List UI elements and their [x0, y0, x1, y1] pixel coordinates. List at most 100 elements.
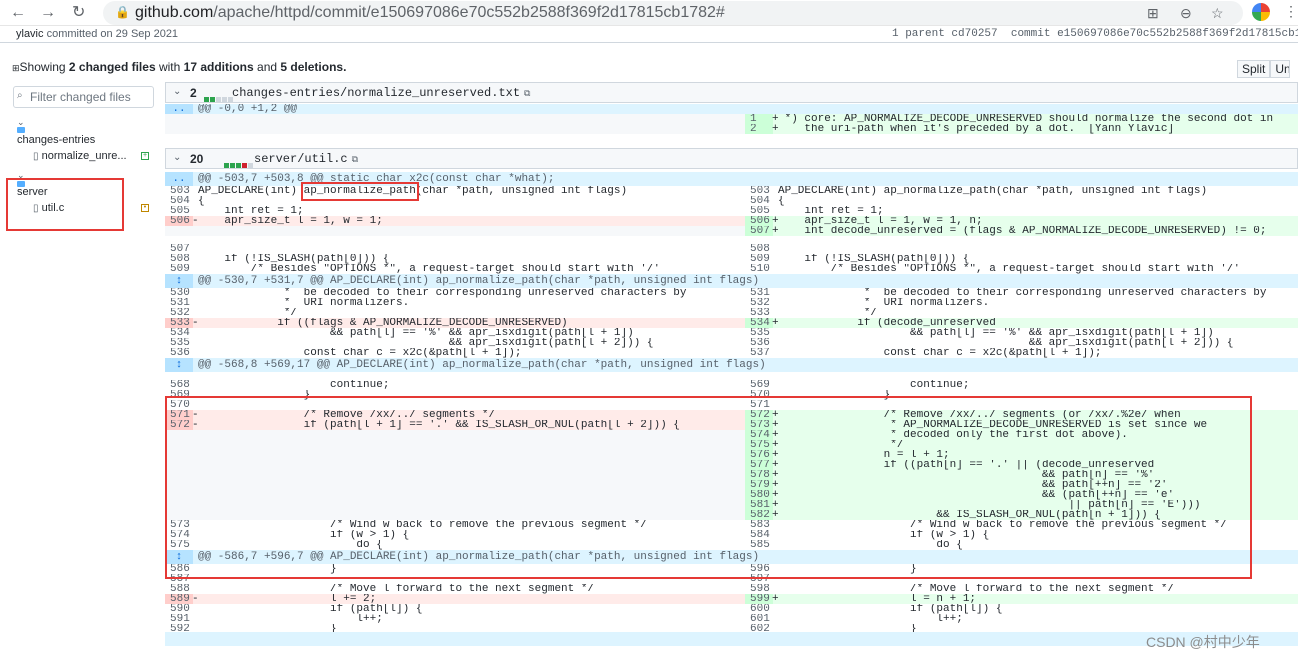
bookmark-star-icon[interactable]: ☆ [1211, 5, 1224, 22]
line-number[interactable]: 590 [165, 604, 193, 614]
line-number[interactable]: 503 [745, 186, 773, 196]
line-number[interactable]: 533 [165, 318, 193, 328]
line-number[interactable]: 507 [165, 244, 193, 254]
line-number[interactable]: 505 [165, 206, 193, 216]
tree-file-util[interactable]: ▯ util.c [33, 202, 64, 214]
line-number[interactable]: 509 [165, 264, 193, 274]
line-number[interactable]: 536 [165, 348, 193, 358]
line-number[interactable]: 504 [165, 196, 193, 206]
line-number[interactable]: 571 [165, 410, 193, 420]
hunk-header[interactable]: .. @@ -503,7 +503,8 @@ static char x2c(co… [165, 172, 1298, 186]
chevron-down-icon[interactable]: ⌄ [173, 152, 181, 163]
line-number[interactable]: 1 [745, 114, 773, 124]
line-number[interactable]: 535 [165, 338, 193, 348]
line-number[interactable]: 577 [745, 460, 773, 470]
line-number[interactable]: 599 [745, 594, 773, 604]
line-number[interactable]: 531 [745, 288, 773, 298]
line-number[interactable]: 531 [165, 298, 193, 308]
line-number[interactable]: 569 [165, 390, 193, 400]
line-number[interactable]: 582 [745, 510, 773, 520]
line-number[interactable]: 534 [165, 328, 193, 338]
line-number[interactable]: 570 [165, 400, 193, 410]
line-number[interactable]: 509 [745, 254, 773, 264]
profile-avatar[interactable] [1252, 3, 1270, 21]
line-number[interactable]: 598 [745, 584, 773, 594]
zoom-icon[interactable]: ⊖ [1180, 5, 1192, 22]
line-number[interactable]: 508 [745, 244, 773, 254]
translate-icon[interactable]: ⊞ [1147, 5, 1159, 22]
address-bar[interactable]: 🔒 github.com/apache/httpd/commit/e150697… [103, 1, 1243, 25]
url-text[interactable]: github.com/apache/httpd/commit/e15069708… [135, 4, 725, 22]
line-number[interactable]: 573 [745, 420, 773, 430]
expand-icon[interactable]: ↕ [165, 358, 193, 372]
line-number[interactable]: 572 [745, 410, 773, 420]
line-number[interactable]: 532 [165, 308, 193, 318]
tree-folder-changes-entries[interactable]: changes-entries [17, 134, 95, 146]
line-number[interactable]: 589 [165, 594, 193, 604]
line-number[interactable]: 597 [745, 574, 773, 584]
split-button[interactable]: Split [1237, 60, 1271, 78]
copy-icon[interactable]: ⧉ [352, 155, 358, 165]
line-number[interactable]: 576 [745, 450, 773, 460]
line-number[interactable]: 568 [165, 380, 193, 390]
line-number[interactable]: 510 [745, 264, 773, 274]
line-number[interactable]: 575 [745, 440, 773, 450]
line-number[interactable]: 506 [165, 216, 193, 226]
line-number[interactable]: 537 [745, 348, 773, 358]
tree-file-normalize[interactable]: ▯ normalize_unre... [33, 150, 127, 162]
line-number[interactable]: 573 [165, 520, 193, 530]
line-number[interactable]: 575 [165, 540, 193, 550]
expand-icon[interactable]: .. [165, 172, 193, 186]
author-link[interactable]: ylavic [16, 28, 44, 40]
line-number[interactable]: 532 [745, 298, 773, 308]
line-number[interactable]: 580 [745, 490, 773, 500]
parent-sha[interactable]: cd70257 [951, 28, 997, 40]
line-number[interactable]: 534 [745, 318, 773, 328]
back-icon[interactable]: ← [10, 3, 26, 23]
copy-icon[interactable]: ⧉ [524, 89, 530, 99]
line-number[interactable]: 533 [745, 308, 773, 318]
chevron-down-icon[interactable]: ⌄ [173, 86, 181, 97]
line-number[interactable]: 535 [745, 328, 773, 338]
expand-hunk-bar[interactable] [165, 632, 1298, 646]
line-number[interactable]: 505 [745, 206, 773, 216]
line-number[interactable]: 584 [745, 530, 773, 540]
file-diff-icon[interactable]: ⊞ [12, 63, 20, 73]
line-number[interactable]: 579 [745, 480, 773, 490]
expand-icon[interactable]: .. [165, 104, 193, 115]
line-number[interactable]: 571 [745, 400, 773, 410]
line-number[interactable]: 583 [745, 520, 773, 530]
line-number[interactable]: 530 [165, 288, 193, 298]
line-number[interactable]: 574 [745, 430, 773, 440]
line-number[interactable]: 600 [745, 604, 773, 614]
line-number[interactable]: 585 [745, 540, 773, 550]
tree-folder-server[interactable]: server [17, 186, 48, 198]
line-number[interactable]: 504 [745, 196, 773, 206]
reload-icon[interactable]: ↻ [72, 3, 85, 23]
line-number[interactable]: 601 [745, 614, 773, 624]
line-number[interactable]: 581 [745, 500, 773, 510]
menu-icon[interactable]: ⋮ [1284, 3, 1298, 20]
line-number[interactable]: 578 [745, 470, 773, 480]
expand-icon[interactable]: ↕ [165, 274, 193, 288]
file-name[interactable]: changes-entries/normalize_unreserved.txt [232, 86, 520, 100]
line-number[interactable]: 508 [165, 254, 193, 264]
expand-icon[interactable]: ↕ [165, 550, 193, 564]
unified-button[interactable]: Unified [1270, 60, 1291, 78]
line-number[interactable]: 506 [745, 216, 773, 226]
line-number[interactable]: 569 [745, 380, 773, 390]
forward-icon[interactable]: → [40, 3, 56, 23]
line-number[interactable]: 2 [745, 124, 773, 134]
line-number[interactable]: 586 [165, 564, 193, 574]
hunk-header[interactable]: ↕ @@ -530,7 +531,7 @@ AP_DECLARE(int) ap_… [165, 274, 1298, 288]
line-number[interactable]: 536 [745, 338, 773, 348]
line-number[interactable]: 574 [165, 530, 193, 540]
line-number[interactable]: 572 [165, 420, 193, 430]
hunk-header[interactable]: ↕ @@ -568,8 +569,17 @@ AP_DECLARE(int) ap… [165, 358, 1298, 372]
line-number[interactable]: 588 [165, 584, 193, 594]
hunk-header[interactable]: ↕ @@ -586,7 +596,7 @@ AP_DECLARE(int) ap_… [165, 550, 1298, 564]
line-number[interactable]: 587 [165, 574, 193, 584]
filter-files-input[interactable]: ⌕ Filter changed files [13, 86, 154, 108]
line-number[interactable]: 507 [745, 226, 773, 236]
line-number[interactable]: 591 [165, 614, 193, 624]
